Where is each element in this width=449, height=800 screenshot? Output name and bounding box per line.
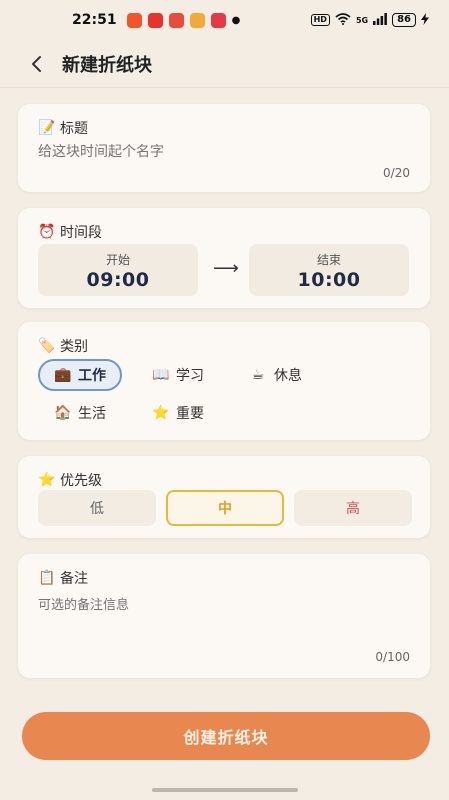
priority-option-label: 高 <box>346 501 360 517</box>
category-chip-important[interactable]: ⭐ 重要 <box>138 397 218 429</box>
end-time-caption: 结束 <box>316 253 341 267</box>
category-chip-life[interactable]: 🏠 生活 <box>40 397 120 429</box>
priority-label: ⭐ 优先级 <box>38 470 102 490</box>
alarm-clock-icon: ⏰ <box>38 224 56 240</box>
memo-icon: 📝 <box>38 120 56 136</box>
priority-option-label: 低 <box>90 501 104 517</box>
title-char-counter: 0/20 <box>383 166 410 180</box>
notification-app-icon <box>168 12 184 28</box>
priority-option-low[interactable]: 低 <box>38 490 156 526</box>
page-title: 新建折纸块 <box>62 54 152 76</box>
signal-icon <box>373 12 387 28</box>
category-card: 🏷️ 类别 💼 工作 📖 学习 ☕ 休息 🏠 生活 ⭐ 重要 <box>18 322 430 440</box>
briefcase-icon: 💼 <box>54 367 72 383</box>
wifi-icon <box>335 12 351 28</box>
title-label-text: 标题 <box>60 121 88 137</box>
time-label-text: 时间段 <box>60 225 102 241</box>
priority-label-text: 优先级 <box>60 473 102 489</box>
category-label: 🏷️ 类别 <box>38 336 88 356</box>
category-chip-label: 生活 <box>78 406 106 422</box>
more-notifications-dot-icon: ● <box>231 14 241 26</box>
star-icon: ⭐ <box>38 472 56 488</box>
end-time-value: 10:00 <box>297 269 361 291</box>
tag-icon: 🏷️ <box>38 338 56 354</box>
notes-label-text: 备注 <box>60 571 88 587</box>
priority-card: ⭐ 优先级 低 中 高 <box>18 456 430 538</box>
end-time-picker[interactable]: 结束 10:00 <box>249 244 409 296</box>
home-indicator[interactable] <box>152 788 298 792</box>
notes-textarea[interactable] <box>38 594 408 654</box>
notes-card: 📋 备注 0/100 <box>18 554 430 678</box>
category-chip-label: 重要 <box>176 406 204 422</box>
notification-app-icon <box>210 12 226 28</box>
house-icon: 🏠 <box>54 405 72 421</box>
priority-option-high[interactable]: 高 <box>294 490 412 526</box>
status-bar: 22:51 ● HD 5G 86 <box>0 0 449 40</box>
notification-app-icon <box>147 12 163 28</box>
chevron-left-icon[interactable] <box>24 52 48 76</box>
title-input[interactable] <box>38 144 408 160</box>
start-time-picker[interactable]: 开始 09:00 <box>38 244 198 296</box>
category-chip-study[interactable]: 📖 学习 <box>138 359 218 391</box>
status-indicators: HD 5G 86 <box>310 12 429 28</box>
time-card: ⏰ 时间段 开始 09:00 ⟶ 结束 10:00 <box>18 208 430 308</box>
title-label: 📝 标题 <box>38 118 88 138</box>
status-time: 22:51 <box>72 12 117 28</box>
page-header: 新建折纸块 <box>0 40 449 88</box>
notes-char-counter: 0/100 <box>375 650 410 664</box>
time-label: ⏰ 时间段 <box>38 222 102 242</box>
book-icon: 📖 <box>152 367 170 383</box>
category-chip-label: 休息 <box>274 368 302 384</box>
category-label-text: 类别 <box>60 339 88 355</box>
category-chip-rest[interactable]: ☕ 休息 <box>236 359 316 391</box>
category-chip-label: 工作 <box>78 368 106 384</box>
clipboard-icon: 📋 <box>38 570 56 586</box>
charging-bolt-icon <box>421 12 429 28</box>
star-icon: ⭐ <box>152 405 170 421</box>
title-card: 📝 标题 0/20 <box>18 104 430 192</box>
start-time-value: 09:00 <box>86 269 150 291</box>
category-chip-label: 学习 <box>176 368 204 384</box>
coffee-icon: ☕ <box>251 367 265 383</box>
priority-option-label: 中 <box>218 501 232 517</box>
arrow-right-icon: ⟶ <box>213 258 239 279</box>
network-type: 5G <box>355 15 369 25</box>
battery-indicator: 86 <box>392 13 416 27</box>
hd-badge: HD <box>310 14 330 26</box>
start-time-caption: 开始 <box>105 253 130 267</box>
category-chip-work[interactable]: 💼 工作 <box>38 359 122 391</box>
notification-app-icon <box>126 12 142 28</box>
notes-label: 📋 备注 <box>38 568 88 588</box>
notification-app-icon <box>189 12 205 28</box>
create-block-button[interactable]: 创建折纸块 <box>22 712 430 760</box>
priority-option-medium[interactable]: 中 <box>166 490 284 526</box>
